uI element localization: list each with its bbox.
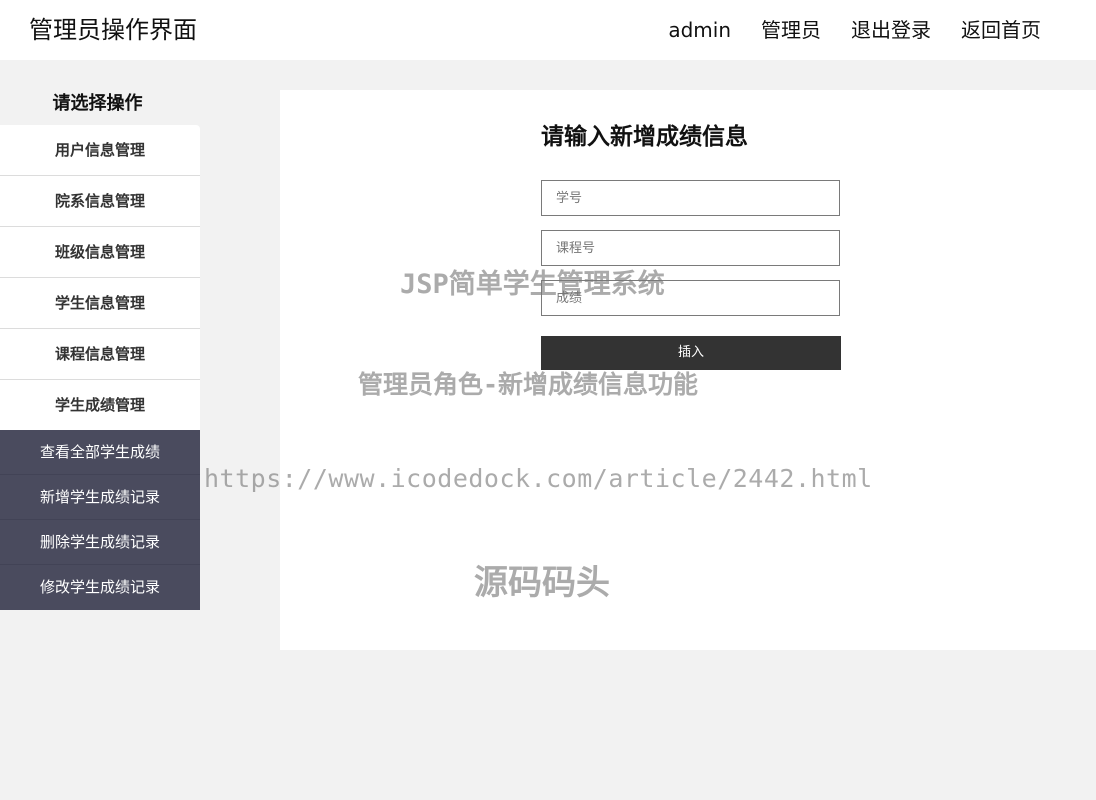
- nav-role[interactable]: 管理员: [761, 14, 821, 46]
- sidebar-menu: 用户信息管理 院系信息管理 班级信息管理 学生信息管理 课程信息管理 学生成绩管…: [0, 125, 200, 430]
- student-id-input[interactable]: [542, 181, 839, 215]
- nav-logout[interactable]: 退出登录: [851, 14, 931, 46]
- sidebar-heading: 请选择操作: [52, 93, 143, 114]
- score-field: [541, 280, 840, 316]
- insert-button[interactable]: 插入: [541, 336, 841, 370]
- score-submenu: 查看全部学生成绩 新增学生成绩记录 删除学生成绩记录 修改学生成绩记录: [0, 430, 200, 610]
- main-panel: 请输入新增成绩信息 插入: [280, 90, 1096, 650]
- sidebar-item-course-info[interactable]: 课程信息管理: [0, 329, 200, 380]
- submenu-item-view-all-scores[interactable]: 查看全部学生成绩: [0, 430, 200, 475]
- student-id-field: [541, 180, 840, 216]
- course-id-field: [541, 230, 840, 266]
- top-nav: admin 管理员 退出登录 返回首页: [668, 14, 1041, 46]
- sidebar-item-user-info[interactable]: 用户信息管理: [0, 125, 200, 176]
- sidebar-item-department-info[interactable]: 院系信息管理: [0, 176, 200, 227]
- sidebar-item-score-management[interactable]: 学生成绩管理: [0, 380, 200, 430]
- submenu-item-delete-score[interactable]: 删除学生成绩记录: [0, 520, 200, 565]
- submenu-item-add-score[interactable]: 新增学生成绩记录: [0, 475, 200, 520]
- nav-home[interactable]: 返回首页: [961, 14, 1041, 46]
- app-title: 管理员操作界面: [29, 16, 197, 44]
- sidebar-item-class-info[interactable]: 班级信息管理: [0, 227, 200, 278]
- form-title: 请输入新增成绩信息: [541, 124, 748, 150]
- score-input[interactable]: [542, 281, 839, 315]
- course-id-input[interactable]: [542, 231, 839, 265]
- sidebar-item-student-info[interactable]: 学生信息管理: [0, 278, 200, 329]
- nav-username[interactable]: admin: [668, 14, 731, 46]
- top-bar: 管理员操作界面 admin 管理员 退出登录 返回首页: [0, 0, 1096, 60]
- submenu-item-edit-score[interactable]: 修改学生成绩记录: [0, 565, 200, 610]
